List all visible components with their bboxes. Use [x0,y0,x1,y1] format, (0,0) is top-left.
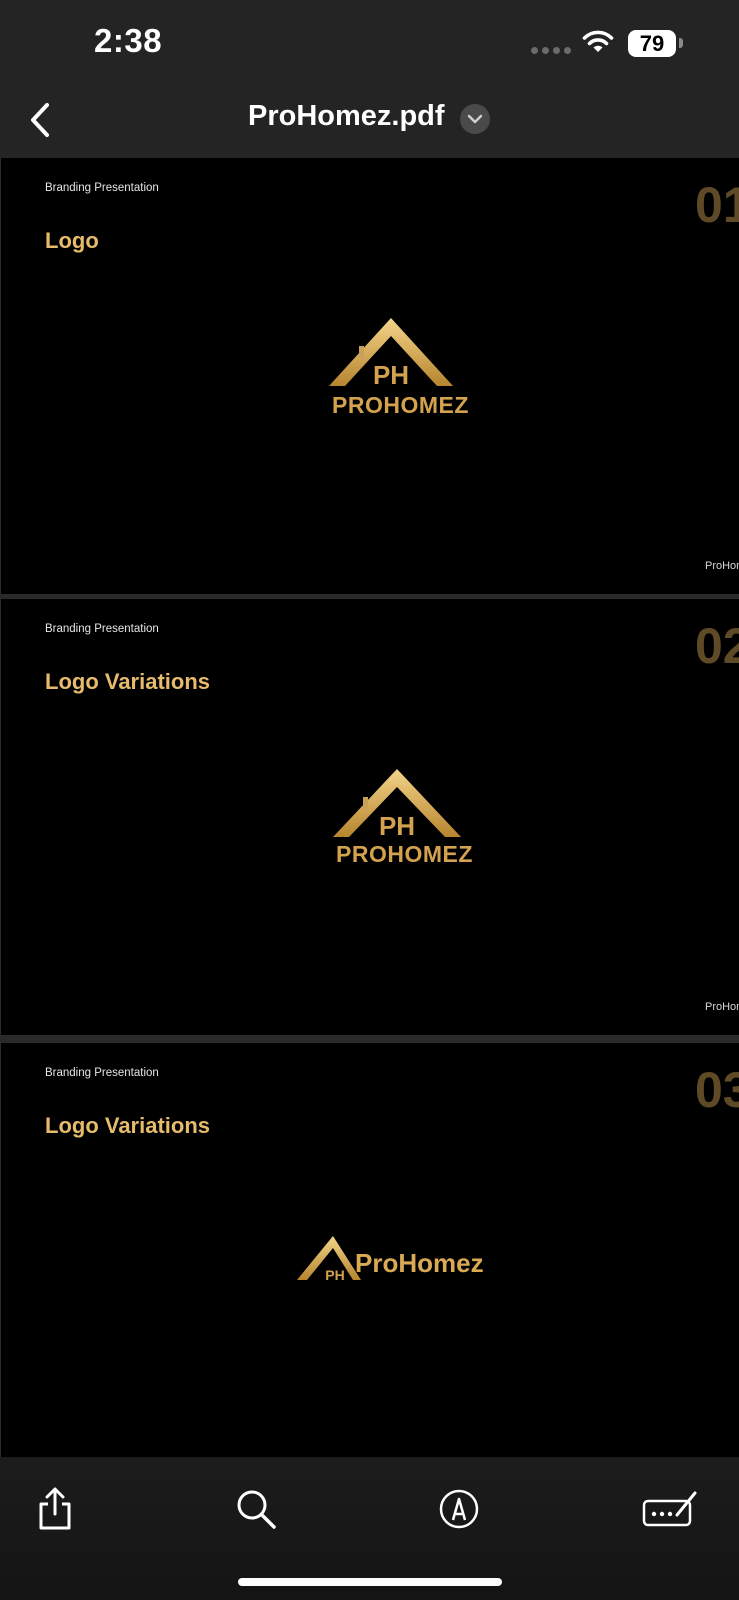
logo-wordmark: ProHomez [355,1248,484,1278]
navigation-bar: ProHomez.pdf [0,90,739,158]
page-number: 01 [695,177,739,233]
markup-icon [439,1489,479,1529]
wifi-icon [581,28,615,59]
fill-and-sign-button[interactable] [640,1485,700,1533]
prohomez-small-house-logo: PH [297,1236,361,1283]
battery-tip [679,38,683,48]
page-heading: Logo Variations [45,1113,211,1138]
page-label: Branding Presentation [45,623,159,635]
svg-text:PH: PH [379,811,415,841]
cellular-signal-icon [531,47,571,54]
svg-text:PH: PH [373,360,409,390]
logo-wordmark: PROHOMEZ [336,841,473,867]
prohomez-house-logo: PH [329,318,453,390]
prohomez-house-logo: PH [333,769,461,841]
page-label: Branding Presentation [45,1067,159,1079]
logo-wordmark: PROHOMEZ [332,392,469,418]
pdf-viewer[interactable]: Branding Presentation Logo 01 PH PROHOME… [0,158,739,1457]
pdf-page-1: Branding Presentation Logo 01 PH PROHOME… [1,158,739,594]
pdf-page-3: Branding Presentation Logo Variations 03… [1,1043,739,1457]
page-label: Branding Presentation [45,182,159,194]
share-icon [39,1487,71,1530]
svg-text:PH: PH [325,1267,344,1283]
document-title[interactable]: ProHomez.pdf [248,100,445,133]
home-indicator[interactable] [238,1578,502,1586]
search-icon [237,1490,276,1529]
form-fill-icon [642,1491,697,1527]
page-footer: ProHomez [705,1001,739,1013]
back-button[interactable] [18,96,62,144]
page-number: 02 [695,618,739,674]
status-bar: 2:38 79 [0,0,739,90]
markup-button[interactable] [435,1485,483,1533]
chevron-left-icon [31,103,49,137]
battery-icon: 79 [628,30,676,57]
pdf-page-2: Branding Presentation Logo Variations 02… [1,599,739,1035]
page-heading: Logo Variations [45,669,211,694]
status-time: 2:38 [94,22,163,59]
share-button[interactable] [31,1485,79,1533]
search-button[interactable] [232,1485,280,1533]
page-footer: ProHomez [705,560,739,572]
page-number: 03 [695,1062,739,1118]
chevron-down-icon[interactable] [460,104,490,134]
page-heading: Logo [45,228,99,253]
